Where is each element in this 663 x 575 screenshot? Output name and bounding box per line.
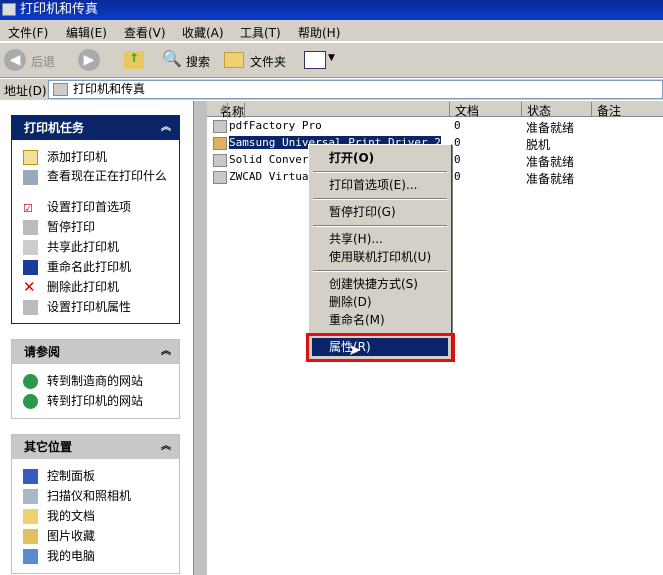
- other-places-panel: 其它位置 ︽ 控制面板 扫描仪和照相机 我的文档 图片收藏 我的电脑: [11, 434, 180, 574]
- task-pause[interactable]: 暂停打印: [12, 218, 179, 238]
- link-scanners-cameras[interactable]: 扫描仪和照相机: [12, 487, 179, 507]
- menu-separator: [313, 225, 447, 227]
- scanner-icon: [23, 489, 38, 504]
- search-button[interactable]: 搜索: [186, 53, 210, 70]
- menu-separator: [313, 198, 447, 200]
- menu-file[interactable]: 文件(F): [8, 24, 48, 41]
- computer-icon: [23, 549, 38, 564]
- task-add-printer[interactable]: 添加打印机: [12, 148, 179, 168]
- globe-icon: [23, 394, 38, 409]
- printer-icon: [213, 120, 227, 133]
- printer-offline-icon: [213, 137, 227, 150]
- context-menu: 打开(O) 打印首选项(E)... 暂停打印(G) 共享(H)... 使用联机打…: [308, 144, 452, 360]
- menu-rename[interactable]: 重命名(M): [312, 311, 448, 329]
- add-printer-icon: [23, 150, 38, 165]
- printer-icon: [213, 154, 227, 167]
- link-control-panel[interactable]: 控制面板: [12, 467, 179, 487]
- column-comments[interactable]: 备注: [592, 102, 663, 118]
- folders-button[interactable]: 文件夹: [250, 53, 286, 70]
- pause-printer-icon: [23, 220, 38, 235]
- task-rename[interactable]: 重命名此打印机: [12, 258, 179, 278]
- globe-icon: [23, 374, 38, 389]
- menu-create-shortcut[interactable]: 创建快捷方式(S): [312, 275, 448, 293]
- printer-folder-icon: [2, 3, 16, 16]
- see-also-panel: 请参阅 ︽ 转到制造商的网站 转到打印机的网站: [11, 339, 180, 419]
- printer-tasks-panel: 打印机任务 ︽ 添加打印机 查看现在正在打印什么 ☑ 设置打印首选项 暂停打印 共享…: [11, 115, 180, 324]
- printer-icon: [213, 171, 227, 184]
- menu-open[interactable]: 打开(O): [312, 149, 448, 167]
- search-icon[interactable]: 🔍: [162, 49, 182, 68]
- menu-tools[interactable]: 工具(T): [240, 24, 281, 41]
- collapse-icon[interactable]: ︽: [161, 340, 171, 364]
- window-title: 打印机和传真: [20, 2, 99, 17]
- up-folder-icon[interactable]: ↑: [124, 51, 144, 69]
- panel-header[interactable]: 打印机任务 ︽: [12, 116, 179, 140]
- pictures-folder-icon: [23, 529, 38, 544]
- column-status[interactable]: 状态: [522, 102, 592, 118]
- link-my-computer[interactable]: 我的电脑: [12, 547, 179, 567]
- column-documents[interactable]: 文档: [450, 102, 522, 118]
- task-see-printing[interactable]: 查看现在正在打印什么: [12, 168, 179, 198]
- task-delete[interactable]: ✕ 删除此打印机: [12, 278, 179, 298]
- address-input[interactable]: 打印机和传真: [48, 80, 663, 99]
- menu-separator: [313, 171, 447, 173]
- back-button[interactable]: 后退: [31, 53, 55, 70]
- task-pane-scrollbar[interactable]: [193, 101, 207, 575]
- menu-sharing[interactable]: 共享(H)...: [312, 230, 448, 248]
- task-share[interactable]: 共享此打印机: [12, 238, 179, 258]
- task-pane: 打印机任务 ︽ 添加打印机 查看现在正在打印什么 ☑ 设置打印首选项 暂停打印 共享…: [0, 101, 193, 575]
- back-arrow-icon[interactable]: ◀: [4, 49, 26, 71]
- list-header: 名称 ▲ 文档 状态 备注: [207, 101, 663, 119]
- rename-icon: [23, 260, 38, 275]
- folder-icon[interactable]: [224, 52, 244, 68]
- link-manufacturer-site[interactable]: 转到制造商的网站: [12, 372, 179, 392]
- panel-header[interactable]: 其它位置 ︽: [12, 435, 179, 459]
- menu-printing-preferences[interactable]: 打印首选项(E)...: [312, 176, 448, 194]
- printer-folder-icon: [53, 83, 68, 96]
- highlight-box: [306, 333, 455, 362]
- collapse-icon[interactable]: ︽: [161, 435, 171, 459]
- menu-delete[interactable]: 删除(D): [312, 293, 448, 311]
- menu-favorites[interactable]: 收藏(A): [182, 24, 224, 41]
- menu-use-printer-online[interactable]: 使用联机打印机(U): [312, 248, 448, 266]
- menu-separator: [313, 270, 447, 272]
- link-my-documents[interactable]: 我的文档: [12, 507, 179, 527]
- share-printer-icon: [23, 240, 38, 255]
- mouse-cursor-icon: ➤: [348, 340, 362, 359]
- documents-folder-icon: [23, 509, 38, 524]
- preferences-icon: ☑: [23, 202, 33, 215]
- forward-arrow-icon[interactable]: ▶: [78, 49, 100, 71]
- print-queue-icon: [23, 170, 38, 185]
- title-bar: 打印机和传真: [0, 0, 663, 20]
- toolbar: ◀ 后退 ▶ ↑ 🔍 搜索 文件夹 ▼: [0, 43, 663, 78]
- views-icon[interactable]: [304, 51, 326, 69]
- menu-view[interactable]: 查看(V): [124, 24, 166, 41]
- link-printer-site[interactable]: 转到打印机的网站: [12, 392, 179, 412]
- control-panel-icon: [23, 469, 38, 484]
- menu-pause-printing[interactable]: 暂停打印(G): [312, 203, 448, 221]
- address-value: 打印机和传真: [73, 82, 146, 96]
- panel-header[interactable]: 请参阅 ︽: [12, 340, 179, 364]
- column-name[interactable]: 名称 ▲: [207, 102, 450, 119]
- task-properties[interactable]: 设置打印机属性: [12, 298, 179, 318]
- address-label: 地址(D): [4, 84, 47, 98]
- collapse-icon[interactable]: ︽: [161, 116, 171, 140]
- menu-help[interactable]: 帮助(H): [298, 24, 340, 41]
- menu-bar: 文件(F) 编辑(E) 查看(V) 收藏(A) 工具(T) 帮助(H): [0, 20, 663, 42]
- printer-row[interactable]: pdfFactory Pro 0 准备就绪: [210, 118, 660, 135]
- task-preferences[interactable]: ☑ 设置打印首选项: [12, 198, 179, 218]
- menu-edit[interactable]: 编辑(E): [66, 24, 107, 41]
- printer-properties-icon: [23, 300, 38, 315]
- link-my-pictures[interactable]: 图片收藏: [12, 527, 179, 547]
- views-dropdown-icon[interactable]: ▼: [328, 53, 335, 63]
- sort-asc-icon: ▲: [215, 103, 228, 118]
- delete-x-icon: ✕: [23, 278, 36, 296]
